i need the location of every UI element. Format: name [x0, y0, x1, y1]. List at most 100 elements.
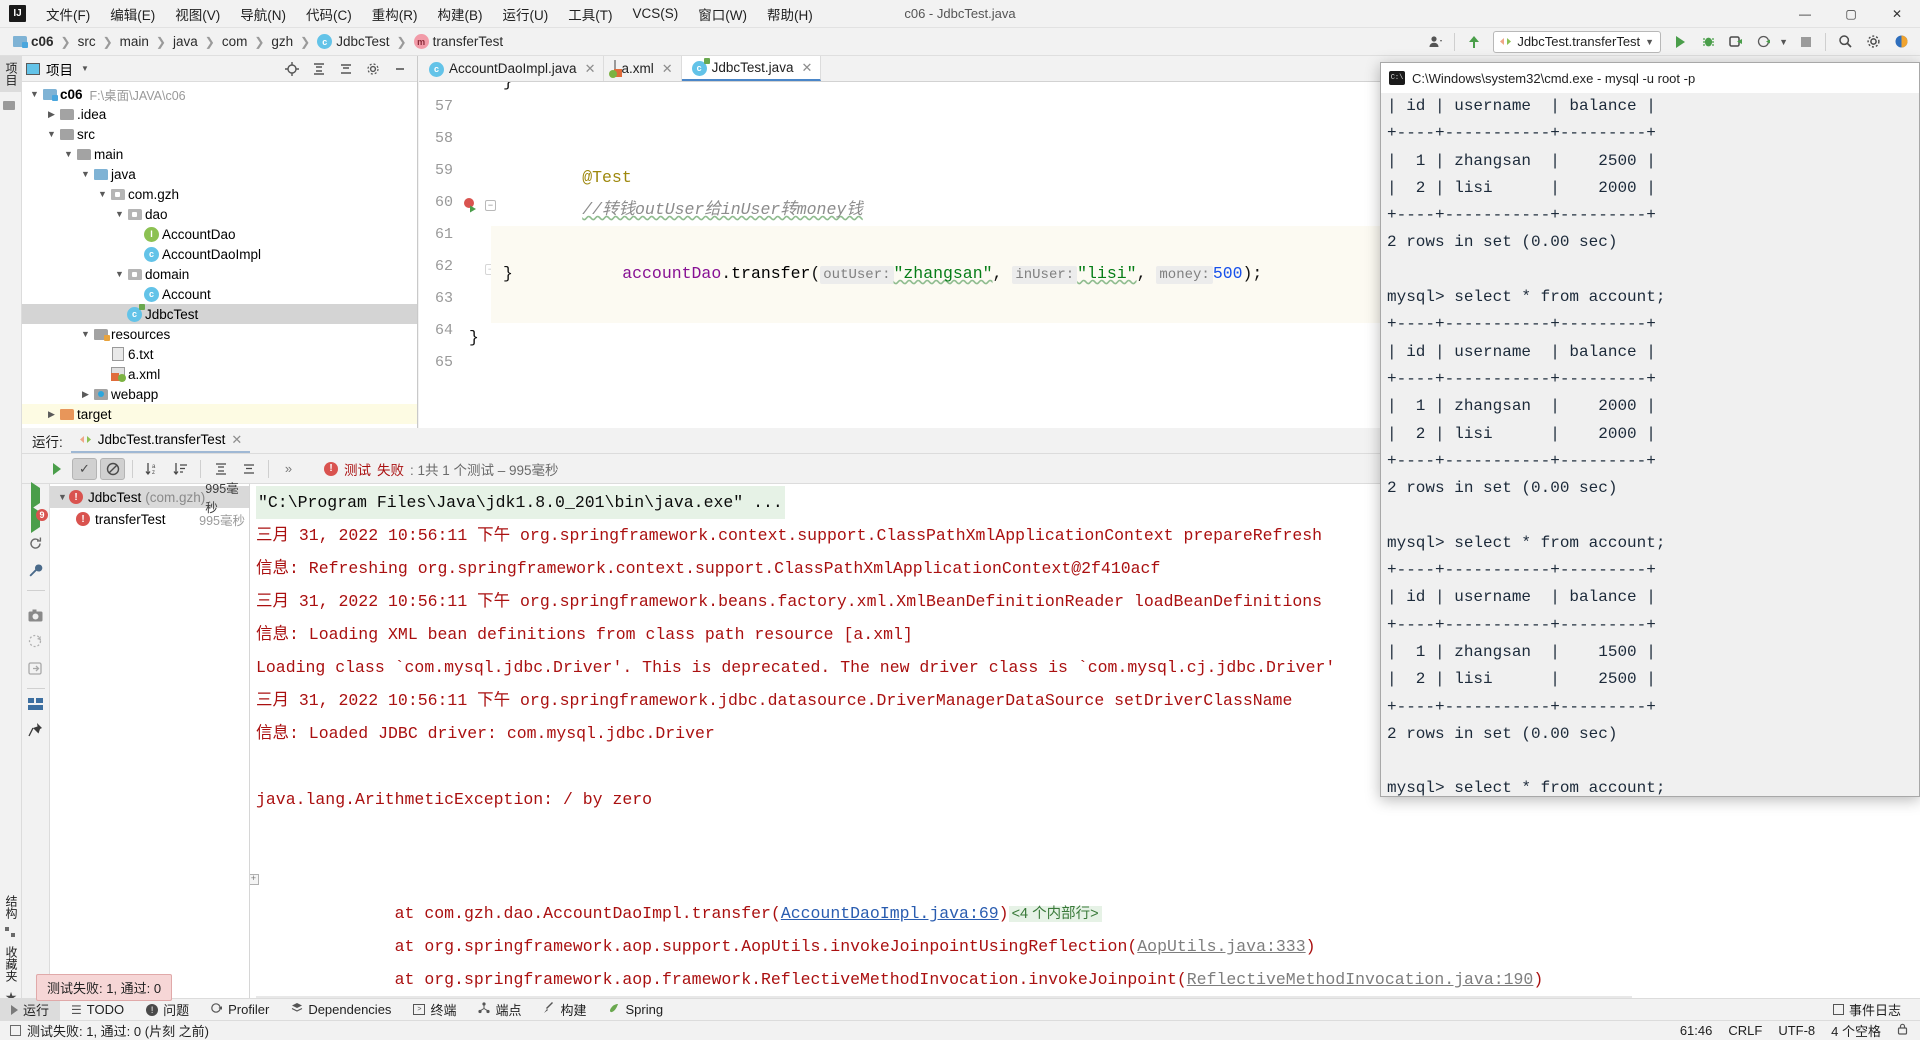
chevron-down-icon[interactable]: ▼ [45, 129, 58, 139]
tree-item-6txt[interactable]: 6.txt [22, 344, 417, 364]
menu-vcs[interactable]: VCS(S) [623, 3, 689, 24]
menu-help[interactable]: 帮助(H) [757, 1, 823, 27]
rerun-icon[interactable] [44, 458, 69, 480]
help-icon[interactable] [1888, 31, 1914, 53]
pin-icon[interactable] [28, 722, 43, 740]
chevron-down-icon[interactable]: ▼ [81, 64, 89, 73]
chevron-right-icon[interactable]: ▶ [45, 109, 58, 120]
run-tab-jdbctest-transfertest[interactable]: JdbcTest.transferTest ✕ [70, 429, 251, 453]
window-controls[interactable]: — ▢ ✕ [1782, 0, 1920, 28]
close-icon[interactable]: ✕ [662, 61, 673, 77]
tree-item-axml[interactable]: a.xml [22, 364, 417, 384]
tool-window-event-log[interactable]: 事件日志 [1822, 998, 1912, 1021]
tool-window-build[interactable]: 构建 [532, 998, 597, 1021]
menu-navigate[interactable]: 导航(N) [230, 1, 296, 27]
collapse-all-icon[interactable] [333, 58, 359, 80]
menu-edit[interactable]: 编辑(E) [100, 1, 165, 27]
chevron-down-icon[interactable]: ▼ [113, 269, 126, 279]
tree-item-accountdaoimpl[interactable]: c AccountDaoImpl [22, 244, 417, 264]
tree-item-target[interactable]: ▶ target [22, 404, 417, 424]
left-tool-strip[interactable]: 项目 结构 收藏夹 ★ [0, 56, 23, 1008]
run-side-toolbar[interactable]: 9 [22, 482, 50, 1008]
export-icon[interactable] [28, 634, 43, 652]
settings-gear-icon[interactable] [360, 58, 386, 80]
indent-setting[interactable]: 4 个空格 [1831, 1021, 1881, 1040]
tool-window-bar[interactable]: 运行 ☰ TODO ! 问题 Profiler Dependencies > 终… [0, 998, 1920, 1021]
tool-tab-favorites[interactable]: 收藏夹 [0, 940, 23, 988]
maximize-button[interactable]: ▢ [1828, 0, 1874, 28]
tool-window-todo[interactable]: ☰ TODO [60, 1000, 135, 1019]
menu-tools[interactable]: 工具(T) [558, 1, 622, 27]
menu-code[interactable]: 代码(C) [296, 1, 362, 27]
chevron-down-icon[interactable]: ▼ [79, 329, 92, 339]
tree-item-resources[interactable]: ▼ resources [22, 324, 417, 344]
breadcrumb-item-java[interactable]: java [170, 33, 201, 50]
more-actions-icon[interactable]: » [276, 458, 301, 480]
tree-item-java[interactable]: ▼ java [22, 164, 417, 184]
chevron-down-icon[interactable]: ▼ [113, 209, 126, 219]
run-configuration-selector[interactable]: JdbcTest.transferTest ▼ [1493, 30, 1662, 53]
hide-panel-icon[interactable] [387, 58, 413, 80]
chevron-down-icon[interactable]: ▼ [96, 189, 109, 199]
collapse-all-icon[interactable] [236, 458, 261, 480]
cmd-window[interactable]: C:\ C:\Windows\system32\cmd.exe - mysql … [1380, 62, 1920, 797]
chevron-down-icon[interactable]: ▼ [62, 149, 75, 159]
profiler-icon[interactable] [1751, 31, 1777, 53]
line-separator[interactable]: CRLF [1728, 1023, 1762, 1038]
breadcrumb-item-c06[interactable]: c06 [10, 33, 57, 50]
run-with-coverage-icon[interactable] [1723, 31, 1749, 53]
tree-item-src[interactable]: ▼ src [22, 124, 417, 144]
status-bar-right[interactable]: 61:46 CRLF UTF-8 4 个空格 [1680, 1021, 1908, 1040]
settings-wrench-icon[interactable] [28, 563, 43, 581]
breadcrumb[interactable]: c06 ❯ src ❯ main ❯ java ❯ com ❯ gzh ❯ c … [10, 33, 506, 50]
menu-run[interactable]: 运行(U) [493, 1, 559, 27]
tool-tab-structure[interactable]: 结构 [0, 889, 23, 925]
tree-item-accountdao[interactable]: I AccountDao [22, 224, 417, 244]
tree-item-idea[interactable]: ▶ .idea [22, 104, 417, 124]
test-tree-item-transfertest[interactable]: ! transferTest 995毫秒 [50, 508, 249, 530]
run-icon[interactable] [1667, 31, 1693, 53]
rerun-failed-icon[interactable]: 9 [31, 506, 48, 533]
menu-build[interactable]: 构建(B) [428, 1, 493, 27]
status-message-area[interactable]: 测试失败: 1, 通过: 0 (片刻 之前) [10, 1021, 209, 1040]
close-button[interactable]: ✕ [1874, 0, 1920, 28]
screenshot-icon[interactable] [28, 609, 43, 625]
chevron-right-icon[interactable]: ▶ [45, 409, 58, 420]
locate-icon[interactable] [279, 58, 305, 80]
file-encoding[interactable]: UTF-8 [1778, 1023, 1815, 1038]
breadcrumb-item-main[interactable]: main [117, 33, 152, 50]
expand-all-icon[interactable] [208, 458, 233, 480]
run-test-gutter-icon[interactable] [463, 197, 479, 216]
rerun-automatically-icon[interactable] [28, 536, 43, 554]
tool-window-spring[interactable]: Spring [597, 1000, 674, 1019]
test-results-tree[interactable]: ▼ ! JdbcTest (com.gzh) 995毫秒 ! transferT… [50, 482, 250, 1008]
cmd-title-bar[interactable]: C:\ C:\Windows\system32\cmd.exe - mysql … [1381, 63, 1919, 93]
chevron-down-icon[interactable]: ▼ [1779, 37, 1788, 47]
tool-tab-bookmarks-top[interactable] [0, 92, 18, 116]
caret-position[interactable]: 61:46 [1680, 1023, 1713, 1038]
search-icon[interactable] [1832, 31, 1858, 53]
layout-icon[interactable] [28, 698, 43, 713]
navbar-toolbar[interactable]: JdbcTest.transferTest ▼ ▼ [1422, 30, 1914, 53]
tool-window-dependencies[interactable]: Dependencies [280, 1000, 402, 1019]
tree-item-main[interactable]: ▼ main [22, 144, 417, 164]
project-panel-actions[interactable] [279, 58, 413, 80]
project-tree[interactable]: ▼ c06 F:\桌面\JAVA\c06 ▶ .idea ▼ src ▼ mai… [22, 82, 417, 428]
tree-item-jdbctest[interactable]: c JdbcTest [22, 303, 417, 324]
close-icon[interactable]: ✕ [585, 61, 596, 77]
menu-window[interactable]: 窗口(W) [688, 1, 757, 27]
chevron-right-icon[interactable]: ▶ [79, 389, 92, 400]
debug-icon[interactable] [1695, 31, 1721, 53]
run-icon[interactable] [31, 482, 40, 509]
breadcrumb-item-src[interactable]: src [75, 33, 99, 50]
editor-tab-accountdaoimpl[interactable]: c AccountDaoImpl.java ✕ [419, 56, 605, 81]
show-passed-icon[interactable]: ✓ [72, 457, 97, 480]
import-icon[interactable] [28, 661, 43, 679]
breadcrumb-item-com[interactable]: com [219, 33, 251, 50]
breadcrumb-item-jdbctest[interactable]: c JdbcTest [314, 33, 392, 50]
tree-item-webapp[interactable]: ▶ webapp [22, 384, 417, 404]
update-project-icon[interactable] [1461, 31, 1487, 53]
lock-icon[interactable] [1897, 1023, 1908, 1038]
sort-duration-icon[interactable] [168, 458, 193, 480]
editor-gutter[interactable]: 56 57 58 59 60 61 62 63 64 65 − − [419, 82, 496, 429]
